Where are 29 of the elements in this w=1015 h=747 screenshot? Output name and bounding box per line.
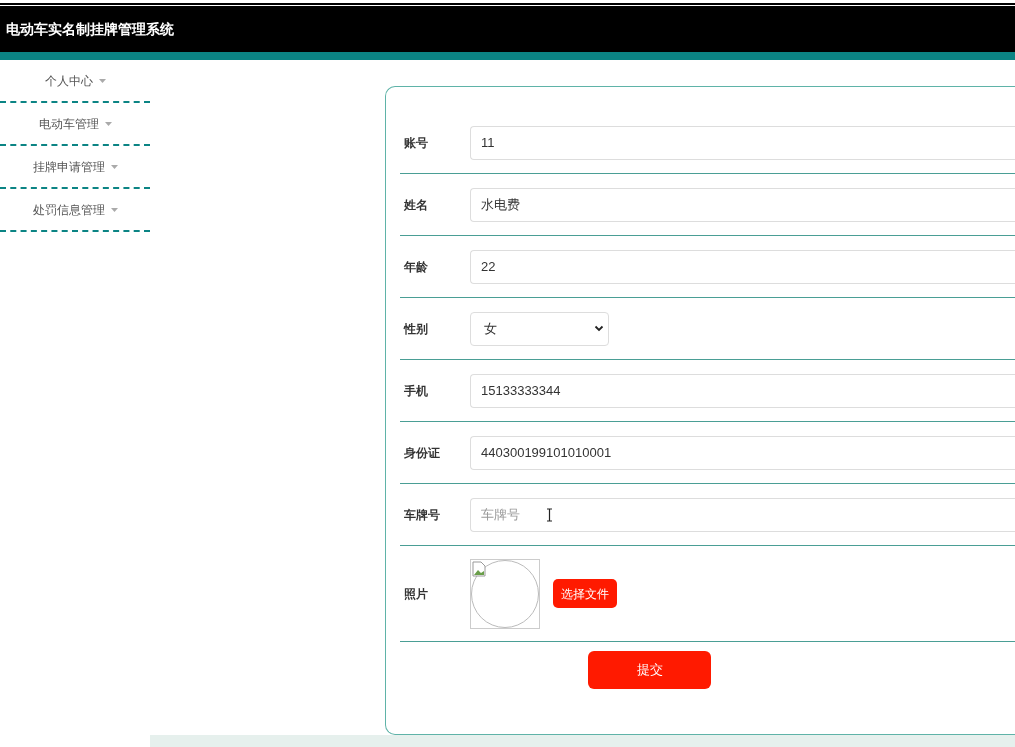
caret-icon xyxy=(104,121,112,126)
broken-image-icon xyxy=(472,560,486,577)
input-field[interactable]: 22 xyxy=(470,249,1015,284)
input-field[interactable]: 440300199101010001 xyxy=(470,435,1015,470)
input-field[interactable]: 11 xyxy=(470,125,1015,160)
input-field[interactable]: 水电费 xyxy=(470,187,1015,222)
field-label: 车牌号 xyxy=(403,506,441,524)
input-field[interactable]: 15133333344 xyxy=(470,373,1015,408)
choose-file-button[interactable]: 选择文件 xyxy=(553,579,617,608)
input-field[interactable]: 车牌号 xyxy=(470,497,1015,532)
chevron-down-icon xyxy=(594,325,604,332)
caret-icon xyxy=(110,164,118,169)
gender-dropdown[interactable]: 女 xyxy=(470,311,609,346)
sidebar-menu-item[interactable]: 挂牌申请管理 xyxy=(0,146,150,189)
app-title: 电动车实名制挂牌管理系统 xyxy=(6,19,174,39)
sidebar-menu-item[interactable]: 个人中心 xyxy=(0,60,150,103)
text-cursor-icon xyxy=(546,508,553,522)
submit-button[interactable]: 提交 xyxy=(588,651,711,689)
field-label: 手机 xyxy=(403,382,429,400)
sidebar-menu-item[interactable]: 电动车管理 xyxy=(0,103,150,146)
field-label: 姓名 xyxy=(403,196,429,214)
sidebar-menu-item[interactable]: 处罚信息管理 xyxy=(0,189,150,232)
field-label: 账号 xyxy=(403,134,429,152)
field-label: 照片 xyxy=(403,585,429,603)
field-label: 性别 xyxy=(402,320,429,338)
caret-icon xyxy=(110,207,118,212)
caret-icon xyxy=(98,78,106,83)
field-label: 身份证 xyxy=(403,444,441,462)
field-label: 年龄 xyxy=(403,258,429,276)
